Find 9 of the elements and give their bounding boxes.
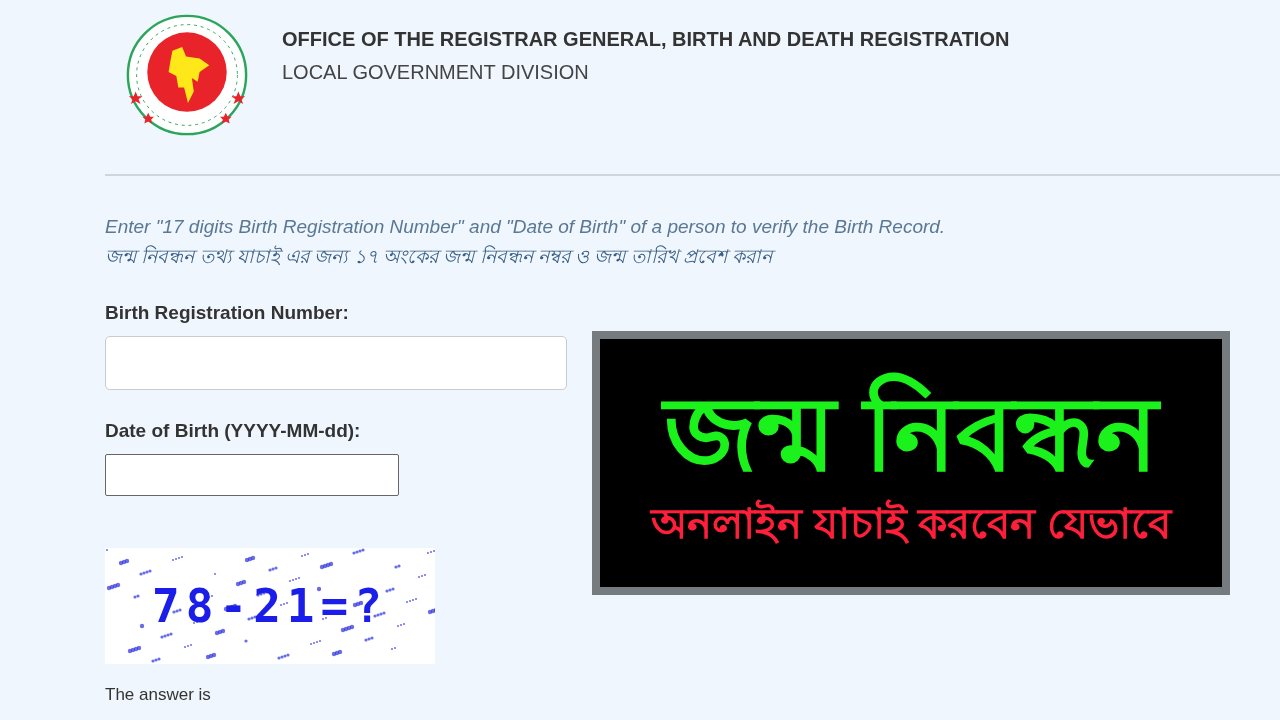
field-label: Birth Registration Number: (105, 302, 349, 324)
instruction-text: Enter "17 digits Birth Registration Number" and "Date of Birth" of a person to verify the Birth Record. (105, 215, 946, 239)
input-field[interactable] (105, 454, 399, 496)
captcha-image: 78-21=? (105, 548, 435, 664)
answer-label: The answer is (105, 686, 211, 704)
banner-subtitle: অনলাইন যাচাই করবেন যেভাবে (651, 499, 1171, 549)
office-title: OFFICE OF THE REGISTRAR GENERAL, BIRTH AND DEATH REGISTRATION (282, 28, 1010, 51)
division-subtitle: LOCAL GOVERNMENT DIVISION (282, 61, 590, 84)
field-label: Date of Birth (YYYY-MM-dd): (105, 420, 361, 442)
